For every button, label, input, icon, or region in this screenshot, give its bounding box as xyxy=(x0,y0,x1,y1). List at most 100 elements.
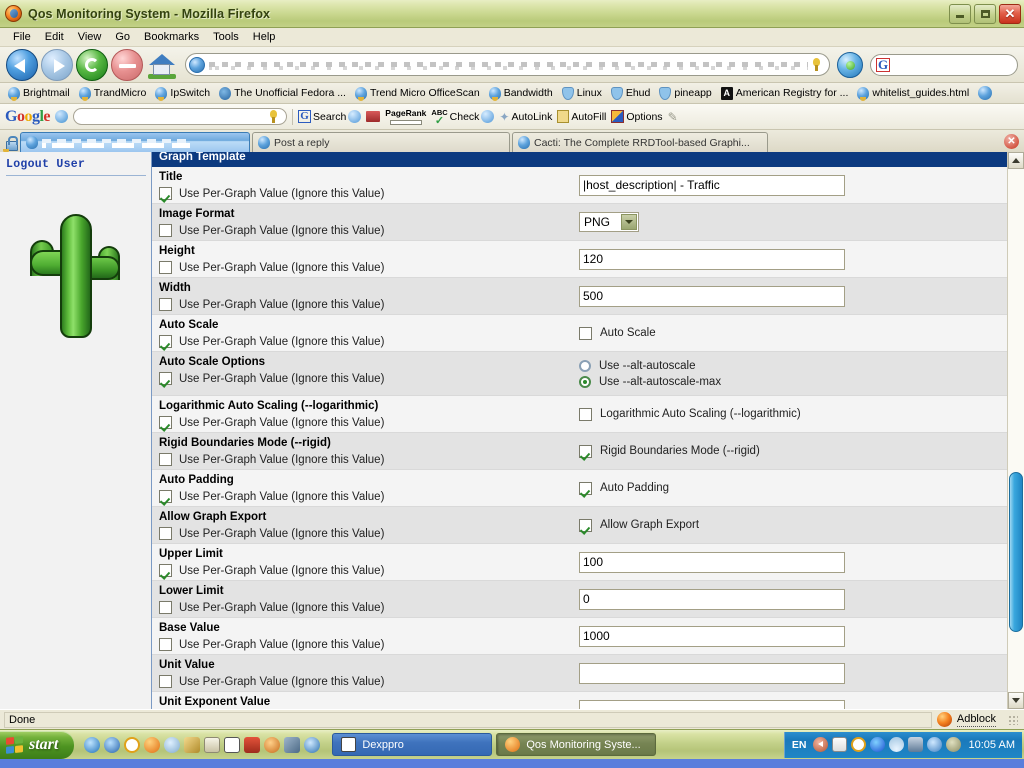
width-input[interactable]: 500 xyxy=(579,285,845,307)
rigid-checkbox[interactable] xyxy=(579,444,592,458)
mail-icon[interactable] xyxy=(831,737,847,752)
height-input[interactable]: 120 xyxy=(579,248,845,270)
taskbar-item-dexppro[interactable]: Dexppro xyxy=(332,733,493,756)
network-status-icon[interactable] xyxy=(907,737,923,752)
reload-button[interactable] xyxy=(76,48,108,81)
per-graph-checkbox[interactable] xyxy=(159,335,172,348)
unit-value-input[interactable] xyxy=(579,662,845,684)
scroll-up-button[interactable] xyxy=(1008,152,1024,169)
per-graph-checkbox[interactable] xyxy=(159,372,172,385)
forward-button[interactable] xyxy=(41,48,73,81)
search-bar[interactable]: G xyxy=(870,53,1018,76)
menu-tools[interactable]: Tools xyxy=(206,29,246,45)
google-spellcheck-button[interactable]: ABC ✓ Check xyxy=(431,108,495,126)
language-indicator[interactable]: EN xyxy=(792,739,807,751)
bookmark-ipswitch[interactable]: IpSwitch xyxy=(151,86,214,101)
bookmark-unofficial-fedora[interactable]: The Unofficial Fedora ... xyxy=(215,86,350,101)
per-graph-checkbox[interactable] xyxy=(159,261,172,274)
google-dropdown-icon[interactable] xyxy=(55,110,69,123)
title-input[interactable]: |host_description| - Traffic xyxy=(579,174,845,196)
minimize-button[interactable] xyxy=(949,3,971,24)
alt-autoscale-radio[interactable] xyxy=(579,359,591,372)
alt-autoscale-max-radio[interactable] xyxy=(579,375,591,388)
per-graph-checkbox[interactable] xyxy=(159,527,172,540)
menu-edit[interactable]: Edit xyxy=(38,29,71,45)
mailbox-icon[interactable] xyxy=(244,736,261,753)
clock-icon[interactable] xyxy=(850,737,866,752)
close-tab-button[interactable]: ✕ xyxy=(1004,134,1019,149)
per-graph-checkbox[interactable] xyxy=(159,490,172,503)
bookmark-bandwidth[interactable]: Bandwidth xyxy=(485,86,557,101)
google-autofill-button[interactable]: AutoFill xyxy=(557,110,606,123)
menu-view[interactable]: View xyxy=(71,29,109,45)
network-icon[interactable] xyxy=(284,736,301,753)
base-value-input[interactable]: 1000 xyxy=(579,625,845,647)
back-button[interactable] xyxy=(6,48,38,81)
google-options-button[interactable]: Options xyxy=(611,110,663,123)
per-graph-checkbox[interactable] xyxy=(159,601,172,614)
address-bar[interactable] xyxy=(185,53,830,76)
cow-icon[interactable] xyxy=(224,736,241,753)
auto-padding-checkbox[interactable] xyxy=(579,481,592,495)
taskbar-item-qos-monitoring[interactable]: Qos Monitoring Syste... xyxy=(496,733,657,756)
volume-icon[interactable] xyxy=(869,737,885,752)
allow-graph-export-checkbox[interactable] xyxy=(579,518,592,532)
tools-icon[interactable] xyxy=(184,736,201,753)
bookmarks-overflow-icon[interactable] xyxy=(978,86,993,100)
tab-post-a-reply[interactable]: Post a reply xyxy=(252,132,510,152)
bookmark-whitelist-guides[interactable]: whitelist_guides.html xyxy=(853,86,973,101)
per-graph-checkbox[interactable] xyxy=(159,298,172,311)
bookmark-ehud[interactable]: Ehud xyxy=(607,86,655,101)
image-format-select[interactable]: PNG xyxy=(579,212,639,232)
connection-icon[interactable] xyxy=(926,737,942,752)
auto-scale-checkbox[interactable] xyxy=(579,326,592,340)
logout-user-link[interactable]: Logout User xyxy=(6,158,151,171)
scrollbar-track[interactable] xyxy=(1008,169,1024,692)
address-bar-input[interactable] xyxy=(209,59,808,70)
internet-explorer-icon[interactable] xyxy=(84,736,101,753)
per-graph-checkbox[interactable] xyxy=(159,416,172,429)
unit-exponent-value-input[interactable] xyxy=(579,699,845,709)
google-autolink-button[interactable]: ✦ AutoLink xyxy=(499,110,552,124)
upper-limit-input[interactable]: 100 xyxy=(579,551,845,573)
per-graph-checkbox[interactable] xyxy=(159,187,172,200)
expand-tray-icon[interactable] xyxy=(812,737,828,752)
bookmark-pineapp[interactable]: pineapp xyxy=(655,86,715,101)
people-icon[interactable] xyxy=(264,736,281,753)
menu-bookmarks[interactable]: Bookmarks xyxy=(137,29,206,45)
per-graph-checkbox[interactable] xyxy=(159,564,172,577)
go-button[interactable] xyxy=(837,51,863,78)
per-graph-checkbox[interactable] xyxy=(159,224,172,237)
window-icon[interactable] xyxy=(204,736,221,753)
per-graph-checkbox[interactable] xyxy=(159,638,172,651)
vertical-scrollbar[interactable] xyxy=(1007,152,1024,709)
logarithmic-checkbox[interactable] xyxy=(579,407,592,421)
shield-icon[interactable] xyxy=(945,737,961,752)
menu-go[interactable]: Go xyxy=(108,29,137,45)
google-search-button[interactable]: G Search xyxy=(298,110,362,123)
clock-time[interactable]: 10:05 AM xyxy=(969,739,1015,751)
start-button[interactable]: start xyxy=(0,730,75,759)
browser-icon[interactable] xyxy=(104,736,121,753)
media-player-icon[interactable] xyxy=(304,736,321,753)
firefox-icon[interactable] xyxy=(144,736,161,753)
scrollbar-thumb[interactable] xyxy=(1009,472,1023,633)
lower-limit-input[interactable]: 0 xyxy=(579,588,845,610)
bookmark-brightmail[interactable]: Brightmail xyxy=(4,86,74,101)
bookmark-trend-micro-officescan[interactable]: Trend Micro OfficeScan xyxy=(351,86,484,101)
google-go-icon[interactable] xyxy=(265,108,282,125)
resize-grip-icon[interactable] xyxy=(1006,713,1020,727)
per-graph-checkbox[interactable] xyxy=(159,453,172,466)
network-globe-icon[interactable] xyxy=(164,736,181,753)
bookmark-trandmicro[interactable]: TrandMicro xyxy=(75,86,151,101)
maximize-button[interactable] xyxy=(974,3,996,24)
bookmark-american-registry[interactable]: American Registry for ... xyxy=(717,86,853,101)
stop-button[interactable] xyxy=(111,48,143,81)
menu-file[interactable]: File xyxy=(6,29,38,45)
home-button[interactable] xyxy=(146,49,178,81)
adblock-status[interactable]: Adblock xyxy=(956,713,996,727)
wireless-icon[interactable] xyxy=(888,737,904,752)
highlight-pencil-icon[interactable]: ✎ xyxy=(668,110,678,124)
google-search-input[interactable] xyxy=(73,108,288,125)
menu-help[interactable]: Help xyxy=(246,29,283,45)
